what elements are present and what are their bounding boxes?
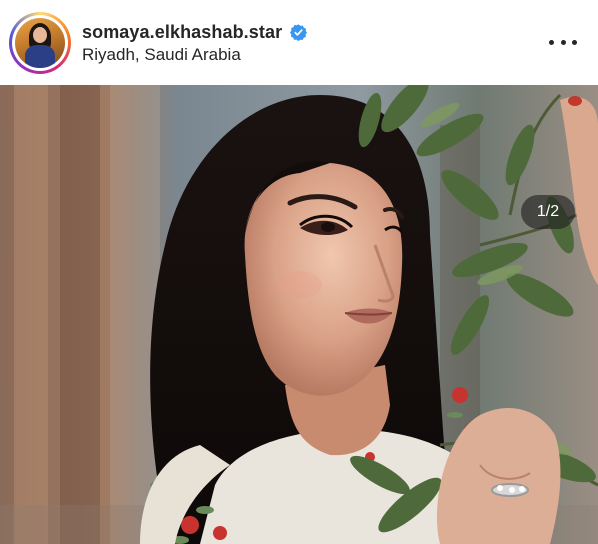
username-row: somaya.elkhashab.star (82, 19, 308, 45)
post-photo[interactable]: 1/2 (0, 85, 598, 544)
photo-illustration (0, 85, 598, 544)
post-header: somaya.elkhashab.star Riyadh, Saudi Arab… (0, 0, 598, 85)
location-link[interactable]: Riyadh, Saudi Arabia (82, 45, 241, 65)
avatar-frame (12, 15, 68, 71)
more-options-icon[interactable] (549, 30, 577, 54)
avatar-image (15, 18, 65, 68)
media-counter: 1/2 (521, 195, 575, 229)
username-link[interactable]: somaya.elkhashab.star (82, 22, 282, 43)
avatar[interactable] (9, 12, 71, 74)
verified-badge-icon (290, 23, 308, 41)
